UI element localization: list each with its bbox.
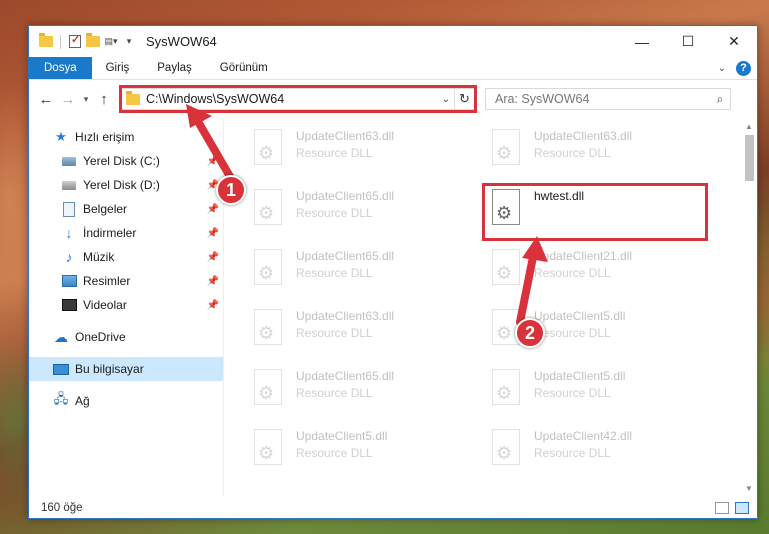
forward-button[interactable]: → [57,88,79,110]
tiles-view-icon[interactable] [735,502,749,514]
dll-file-icon: ⚙ [248,369,288,413]
computer-icon [53,361,69,377]
cloud-icon: ☁ [54,328,68,345]
customize-toolbar-icon[interactable]: ▤▾ [104,35,118,49]
quick-access-toolbar: ▤▾ ▾ [39,33,136,49]
disk-icon [61,177,77,193]
sidebar-item-network[interactable]: 🖧 Ağ [29,389,223,413]
sidebar-item-disk-d[interactable]: Yerel Disk (D:) 📌 [29,173,223,197]
toolbar-dropdown-icon[interactable]: ▾ [122,35,136,49]
search-icon[interactable]: ⌕ [710,92,730,107]
vertical-scrollbar[interactable]: ▲ ▼ [741,119,757,497]
search-box[interactable]: Ara: SysWOW64 ⌕ [485,88,731,110]
up-button[interactable]: ↑ [93,88,115,110]
sidebar-item-onedrive[interactable]: ☁ OneDrive [29,325,223,349]
status-bar: 160 öğe [29,497,757,519]
file-item[interactable]: ⚙ UpdateClient63.dll Resource DLL [248,305,478,357]
file-item[interactable]: ⚙ UpdateClient5.dll Resource DLL [486,365,716,417]
file-highlight-box [482,183,708,241]
folder-icon [39,33,53,49]
title-bar: ▤▾ ▾ SysWOW64 — ☐ ✕ [29,26,757,57]
back-button[interactable]: ← [35,88,57,110]
main-content: ★ Hızlı erişim Yerel Disk (C:) 📌 Yerel D… [29,119,757,497]
minimize-button[interactable]: — [619,26,665,57]
sidebar-item-disk-c[interactable]: Yerel Disk (C:) 📌 [29,149,223,173]
window-title: SysWOW64 [146,34,217,49]
dll-file-icon: ⚙ [486,129,526,173]
navigation-bar: ← → ▾ ↑ C:\Windows\SysWOW64 ⌄ ↻ Ara: Sys… [29,80,757,118]
file-item[interactable]: ⚙ UpdateClient21.dll Resource DLL [486,245,716,297]
ribbon-tabs: Dosya Giriş Paylaş Görünüm ⌄ ? [29,57,757,80]
tab-gorunum[interactable]: Görünüm [206,57,282,79]
sidebar-item-pictures[interactable]: Resimler 📌 [29,269,223,293]
sidebar-item-this-pc[interactable]: Bu bilgisayar [29,357,223,381]
close-button[interactable]: ✕ [711,26,757,57]
pictures-icon [61,273,77,289]
dll-file-icon: ⚙ [486,249,526,293]
pin-icon: 📌 [206,227,219,239]
help-icon[interactable]: ? [736,60,751,76]
scroll-thumb[interactable] [745,135,754,181]
document-icon [61,201,77,217]
details-view-icon[interactable] [715,502,729,514]
explorer-window: ▤▾ ▾ SysWOW64 — ☐ ✕ Dosya Giriş Paylaş G… [28,25,758,519]
dll-file-icon: ⚙ [248,249,288,293]
scroll-down-icon[interactable]: ▼ [741,481,757,497]
address-highlight-box [119,85,477,113]
file-item[interactable]: ⚙ UpdateClient63.dll Resource DLL [486,125,716,177]
tab-paylas[interactable]: Paylaş [143,57,206,79]
dll-file-icon: ⚙ [486,429,526,473]
disk-icon [61,153,77,169]
file-item[interactable]: ⚙ UpdateClient63.dll Resource DLL [248,125,478,177]
tab-dosya[interactable]: Dosya [29,57,92,79]
dll-file-icon: ⚙ [486,369,526,413]
step-2-badge: 2 [515,318,545,348]
pin-icon: 📌 [206,275,219,287]
new-folder-icon[interactable] [86,33,100,49]
pin-icon: 📌 [206,299,219,311]
step-1-badge: 1 [216,175,246,205]
sidebar-item-quick-access[interactable]: ★ Hızlı erişim [29,125,223,149]
navigation-pane: ★ Hızlı erişim Yerel Disk (C:) 📌 Yerel D… [29,119,224,497]
file-item[interactable]: ⚙ UpdateClient65.dll Resource DLL [248,365,478,417]
dll-file-icon: ⚙ [248,429,288,473]
file-item[interactable]: ⚙ UpdateClient65.dll Resource DLL [248,245,478,297]
file-item[interactable]: ⚙ UpdateClient65.dll Resource DLL [248,185,478,237]
star-icon: ★ [55,129,67,144]
sidebar-item-videos[interactable]: Videolar 📌 [29,293,223,317]
search-placeholder: Ara: SysWOW64 [495,92,590,106]
pin-icon: 📌 [206,203,219,215]
recent-locations-icon[interactable]: ▾ [79,88,93,110]
sidebar-item-downloads[interactable]: ↓ İndirmeler 📌 [29,221,223,245]
pin-icon: 📌 [206,155,219,167]
address-bar[interactable]: C:\Windows\SysWOW64 ⌄ ↻ [119,85,477,113]
videos-icon [61,297,77,313]
music-icon: ♪ [65,249,73,265]
divider [60,34,61,49]
file-list: ⚙ UpdateClient63.dll Resource DLL ⚙ Updat… [224,119,741,497]
download-icon: ↓ [65,225,73,241]
dll-file-icon: ⚙ [248,129,288,173]
dll-file-icon: ⚙ [248,309,288,353]
properties-icon[interactable] [68,33,82,49]
expand-ribbon-icon[interactable]: ⌄ [718,63,726,74]
scroll-up-icon[interactable]: ▲ [741,119,757,135]
maximize-button[interactable]: ☐ [665,26,711,57]
dll-file-icon: ⚙ [248,189,288,233]
tab-giris[interactable]: Giriş [92,57,144,79]
item-count: 160 öğe [41,502,83,514]
sidebar-item-documents[interactable]: Belgeler 📌 [29,197,223,221]
file-item[interactable]: ⚙ UpdateClient42.dll Resource DLL [486,425,716,477]
sidebar-item-music[interactable]: ♪ Müzik 📌 [29,245,223,269]
pin-icon: 📌 [206,251,219,263]
file-item[interactable]: ⚙ UpdateClient5.dll Resource DLL [248,425,478,477]
network-icon: 🖧 [53,391,69,406]
